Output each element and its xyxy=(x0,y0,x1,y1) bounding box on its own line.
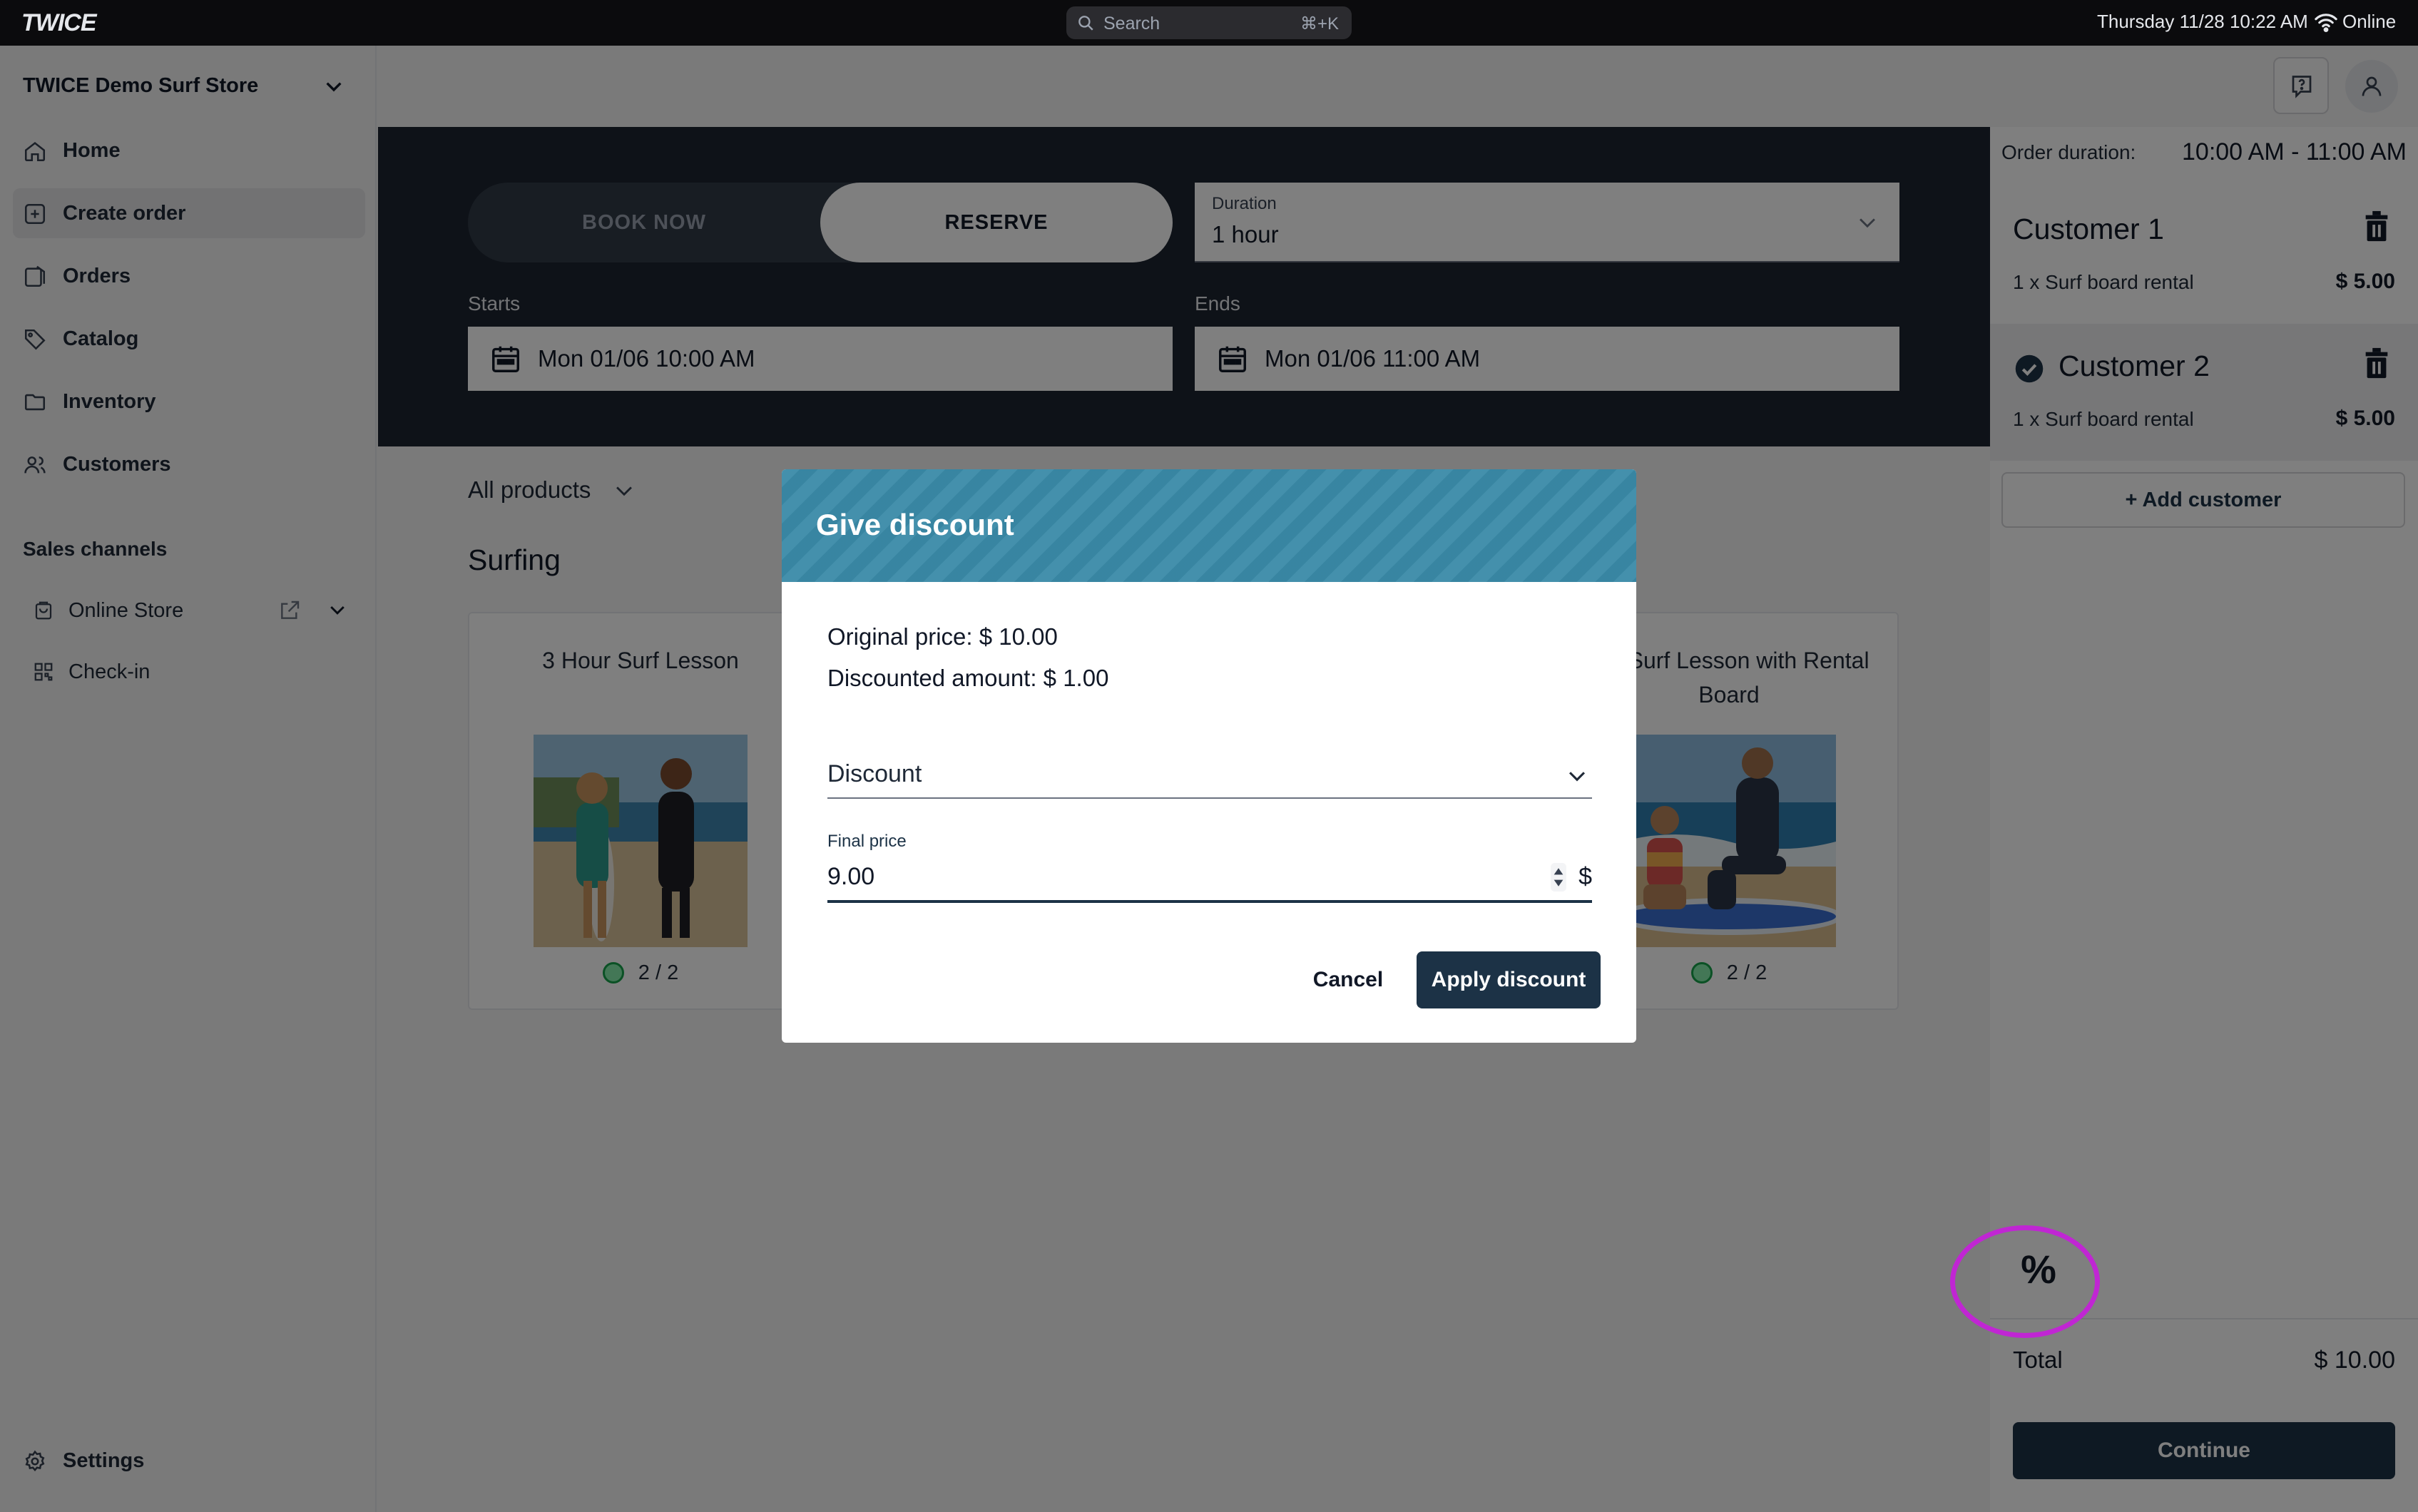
system-bar: TWICE Search ⌘+K Thursday 11/28 10:22 AM… xyxy=(0,0,2418,46)
wifi-icon xyxy=(2315,14,2337,33)
search-placeholder: Search xyxy=(1103,14,1160,34)
final-price-value: 9.00 xyxy=(827,863,875,890)
final-price-input[interactable]: 9.00 $ xyxy=(827,857,1592,903)
global-search[interactable]: Search ⌘+K xyxy=(1066,6,1352,39)
search-shortcut: ⌘+K xyxy=(1300,14,1339,34)
discount-select-value: Discount xyxy=(827,760,922,787)
chevron-down-icon xyxy=(1568,772,1586,782)
give-discount-dialog: Give discount Original price: $ 10.00 Di… xyxy=(782,469,1636,1043)
final-price-label: Final price xyxy=(827,832,907,851)
search-icon xyxy=(1078,16,1093,31)
number-stepper-icon[interactable] xyxy=(1551,863,1566,892)
connection-status: Online xyxy=(2342,11,2397,32)
app-logo: TWICE xyxy=(21,9,97,36)
original-price: Original price: $ 10.00 xyxy=(827,623,1058,650)
dialog-title: Give discount xyxy=(816,508,1014,541)
currency-symbol: $ xyxy=(1578,863,1592,890)
discounted-amount: Discounted amount: $ 1.00 xyxy=(827,665,1109,691)
apply-discount-button[interactable]: Apply discount xyxy=(1417,951,1601,1008)
system-datetime: Thursday 11/28 10:22 AM xyxy=(2097,11,2308,32)
dialog-header: Give discount xyxy=(782,469,1636,582)
discount-select[interactable]: Discount xyxy=(827,755,1592,799)
cancel-button[interactable]: Cancel xyxy=(1300,951,1397,1008)
